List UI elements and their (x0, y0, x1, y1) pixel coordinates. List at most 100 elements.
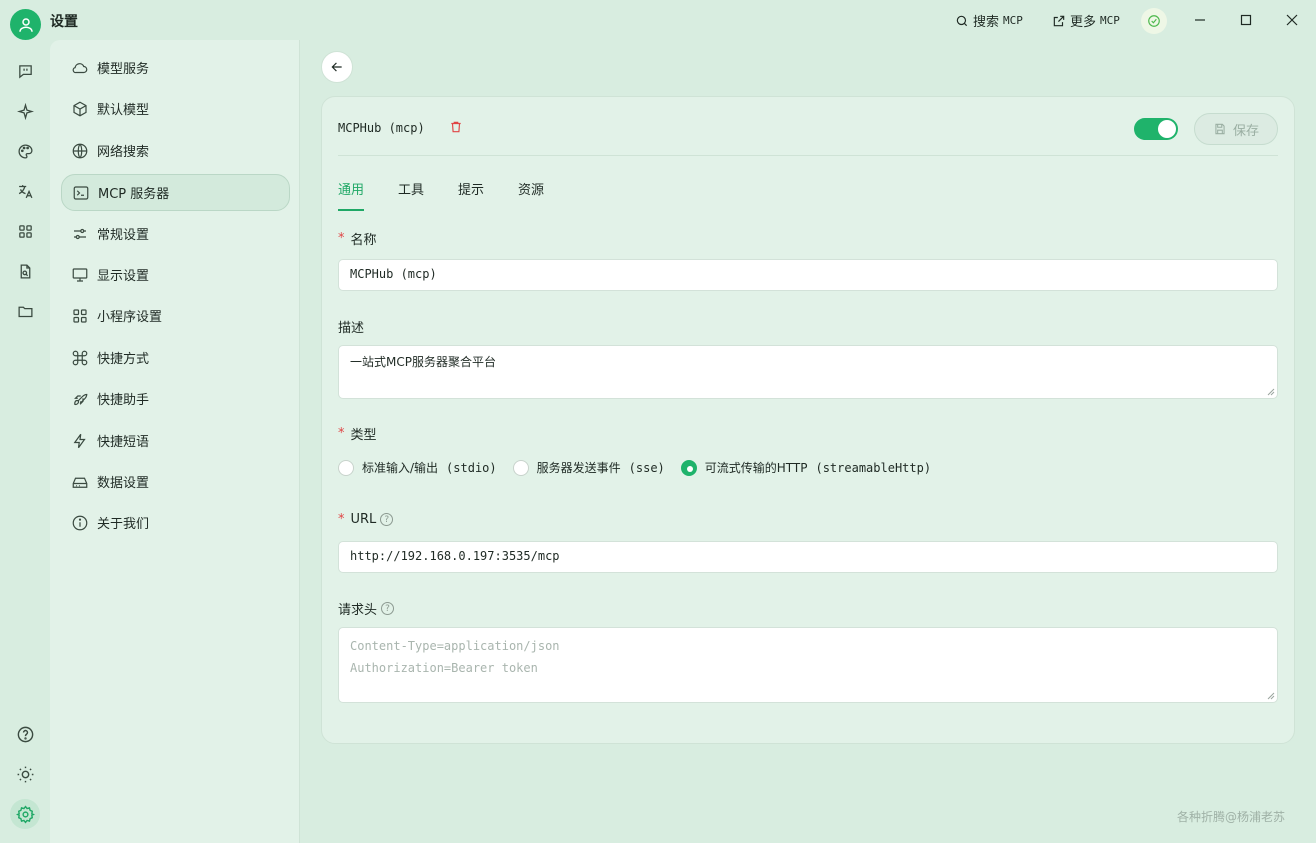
save-icon (1215, 123, 1225, 135)
sparkle-nav-button[interactable] (10, 96, 40, 126)
help-nav-button[interactable] (10, 719, 40, 749)
description-value: 一站式MCP服务器聚合平台 (350, 355, 496, 369)
url-input[interactable]: http://192.168.0.197:3535/mcp (338, 541, 1278, 573)
type-radio-sse[interactable]: 服务器发送事件 (sse) (512, 459, 665, 476)
type-label-text: 类型 (350, 428, 377, 443)
status-indicator[interactable] (1141, 8, 1167, 34)
theme-nav-button[interactable] (10, 759, 40, 789)
sparkle-icon (16, 102, 34, 120)
sidebar-item-quick-assistant[interactable]: 快捷助手 (61, 380, 290, 417)
grid-icon (18, 224, 32, 238)
radio-suffix: (sse) (628, 460, 665, 475)
maximize-icon (1240, 14, 1252, 26)
drive-icon (72, 477, 88, 488)
sidebar-item-label: 关于我们 (97, 517, 150, 532)
terminal-icon (73, 185, 89, 200)
sidebar-item-label: 常规设置 (97, 228, 150, 243)
sidebar-item-default-model[interactable]: 默认模型 (61, 90, 290, 127)
monitor-icon (72, 267, 88, 282)
tab-tools[interactable]: 工具 (398, 179, 424, 211)
help-icon[interactable]: ? (380, 513, 394, 526)
name-input[interactable]: MCPHub (mcp) (338, 259, 1278, 291)
user-avatar[interactable] (10, 9, 41, 40)
sidebar-item-label: 快捷助手 (97, 393, 150, 408)
sidebar-item-label: 小程序设置 (97, 310, 163, 325)
tab-prompts[interactable]: 提示 (458, 179, 484, 211)
server-enabled-toggle[interactable] (1134, 118, 1178, 140)
more-mcp-label: 更多 (1070, 15, 1097, 30)
search-mcp-label: 搜索 (973, 15, 1000, 30)
sidebar-item-label: 默认模型 (97, 103, 150, 118)
close-icon (1286, 14, 1298, 26)
url-label-text: URL (350, 512, 377, 527)
translate-nav-button[interactable] (10, 176, 40, 206)
search-mcp-button[interactable]: 搜索 MCP (955, 11, 1023, 30)
apps-nav-button[interactable] (10, 216, 40, 246)
save-button[interactable]: 保存 (1194, 113, 1278, 145)
sun-icon (17, 766, 33, 782)
name-label-text: 名称 (350, 233, 377, 248)
sidebar-item-about[interactable]: 关于我们 (61, 504, 290, 541)
delete-server-button[interactable] (449, 120, 463, 138)
main-content: MCPHub (mcp) 保存 通用 工具 提示 资源 * 名称 MCPHub … (300, 40, 1316, 843)
resize-handle-icon[interactable] (1267, 388, 1275, 396)
minimize-icon (1195, 19, 1205, 21)
settings-sidebar: 模型服务 默认模型 网络搜索 MCP 服务器 常规设置 显示设置 小程序设置 快… (50, 40, 300, 843)
url-label: * URL ? (338, 512, 394, 527)
radio-label: 可流式传输的HTTP (704, 461, 808, 475)
sidebar-item-label: 数据设置 (97, 476, 150, 491)
radio-circle (338, 459, 354, 476)
file-search-nav-button[interactable] (10, 256, 40, 286)
external-link-icon (1053, 15, 1065, 26)
info-icon (72, 515, 88, 530)
translate-icon (18, 184, 32, 198)
type-radio-streamable-http[interactable]: 可流式传输的HTTP (streamableHttp) (680, 459, 932, 476)
type-radio-stdio[interactable]: 标准输入/输出 (stdio) (338, 459, 497, 476)
sidebar-item-display[interactable]: 显示设置 (61, 256, 290, 293)
headers-label: 请求头 ? (338, 599, 395, 618)
chat-nav-button[interactable] (10, 56, 40, 86)
close-window-button[interactable] (1277, 6, 1307, 34)
sidebar-item-shortcuts[interactable]: 快捷方式 (61, 339, 290, 376)
radio-suffix: (streamableHttp) (815, 460, 932, 475)
palette-icon (17, 143, 33, 159)
tab-resources[interactable]: 资源 (518, 179, 544, 211)
search-icon (956, 15, 968, 26)
required-mark: * (338, 426, 345, 441)
zap-icon (73, 433, 86, 448)
description-textarea[interactable]: 一站式MCP服务器聚合平台 (338, 345, 1278, 399)
headers-textarea[interactable]: Content-Type=application/json Authorizat… (338, 627, 1278, 703)
tab-general[interactable]: 通用 (338, 179, 365, 211)
sidebar-item-web-search[interactable]: 网络搜索 (61, 132, 290, 169)
grid-icon (73, 308, 87, 323)
folder-nav-button[interactable] (10, 296, 40, 326)
sidebar-item-mcp-servers[interactable]: MCP 服务器 (61, 174, 290, 211)
sidebar-item-general[interactable]: 常规设置 (61, 215, 290, 252)
sidebar-item-quick-phrases[interactable]: 快捷短语 (61, 422, 290, 459)
help-icon[interactable]: ? (381, 602, 395, 615)
more-mcp-button[interactable]: 更多 MCP (1052, 11, 1120, 30)
radio-suffix: (stdio) (446, 460, 497, 475)
server-title: MCPHub (mcp) (338, 121, 425, 135)
server-card: MCPHub (mcp) 保存 通用 工具 提示 资源 * 名称 MCPHub … (321, 96, 1295, 744)
sidebar-item-label: 快捷短语 (97, 435, 150, 450)
resize-handle-icon[interactable] (1267, 692, 1275, 700)
save-label: 保存 (1232, 123, 1259, 139)
sidebar-item-model-service[interactable]: 模型服务 (61, 49, 290, 86)
maximize-button[interactable] (1231, 6, 1261, 34)
arrow-left-icon (331, 62, 342, 72)
paint-nav-button[interactable] (10, 136, 40, 166)
sidebar-item-data[interactable]: 数据设置 (61, 463, 290, 500)
type-label: * 类型 (338, 424, 377, 443)
minimize-button[interactable] (1185, 6, 1215, 34)
sidebar-item-miniapps[interactable]: 小程序设置 (61, 297, 290, 334)
more-mcp-suffix: MCP (1100, 14, 1120, 27)
command-icon (72, 350, 88, 365)
gear-icon (15, 804, 35, 824)
headers-label-text: 请求头 (338, 603, 378, 618)
back-button[interactable] (321, 51, 353, 83)
headers-placeholder-line: Authorization=Bearer token (350, 661, 538, 675)
radio-circle-selected (680, 459, 697, 476)
radio-label: 服务器发送事件 (536, 461, 621, 475)
settings-nav-button[interactable] (10, 799, 40, 829)
